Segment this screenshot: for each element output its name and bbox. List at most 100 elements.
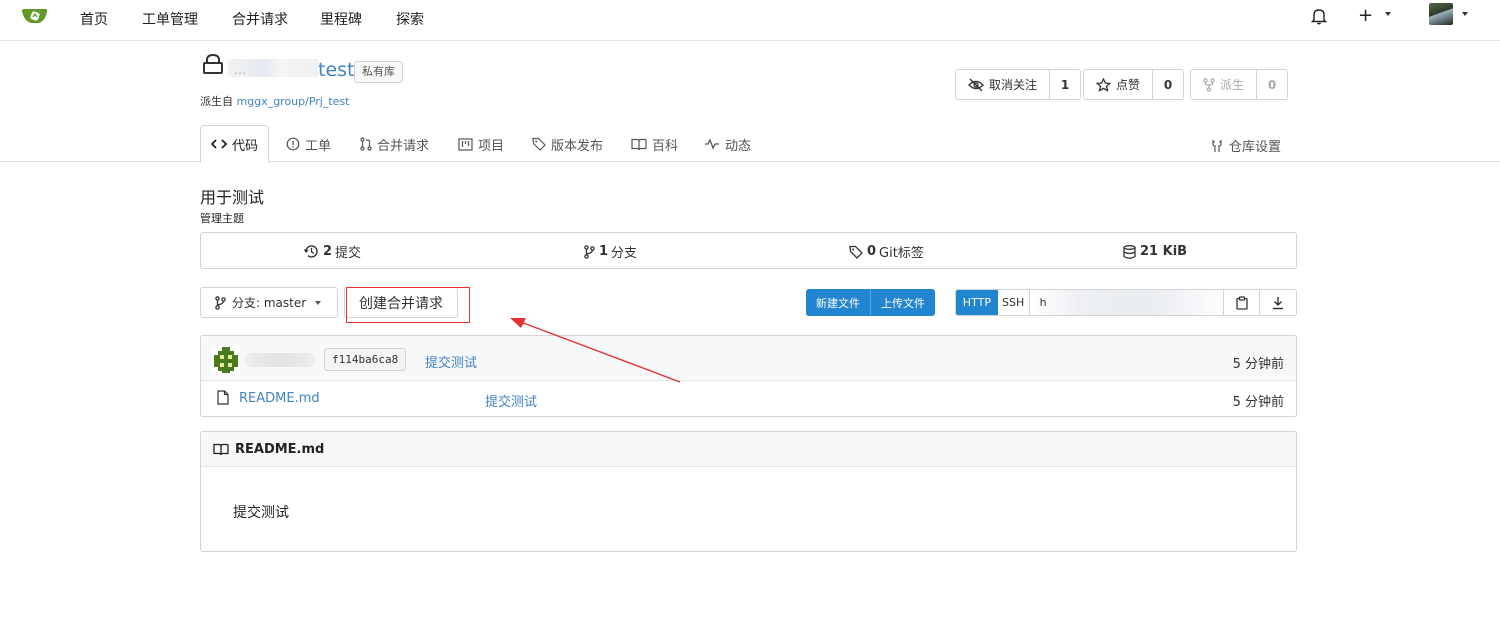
clippy-icon <box>1236 295 1248 310</box>
nav-milestones[interactable]: 里程碑 <box>320 9 362 29</box>
private-badge: 私有库 <box>354 61 403 83</box>
fork-label: 派生 <box>1220 78 1245 92</box>
star-button[interactable]: 点赞 <box>1084 70 1154 99</box>
chevron-down-icon[interactable] <box>1462 12 1468 16</box>
eye-slash-icon <box>968 78 984 91</box>
file-icon <box>217 390 229 405</box>
create-menu-plus[interactable]: + <box>1358 5 1373 26</box>
tab-wiki[interactable]: 百科 <box>631 125 678 163</box>
tab-releases[interactable]: 版本发布 <box>532 125 603 163</box>
tab-code-label: 代码 <box>232 138 259 154</box>
repo-stats-bar: 2 提交 1 分支 0 Git标签 21 KiB <box>200 232 1297 269</box>
clone-http-button[interactable]: HTTP <box>956 290 998 315</box>
tab-activity-label: 动态 <box>725 138 752 154</box>
unwatch-button[interactable]: 取消关注 <box>956 70 1051 99</box>
git-branch-icon <box>584 244 595 259</box>
commit-message-link[interactable]: 提交测试 <box>425 352 477 371</box>
tags-stat[interactable]: 0 Git标签 <box>849 233 924 270</box>
tab-issues-label: 工单 <box>305 138 332 154</box>
branch-dropdown[interactable]: 分支: master <box>200 287 338 318</box>
download-button[interactable] <box>1260 290 1296 315</box>
readme-title: README.md <box>235 441 325 457</box>
tab-projects[interactable]: 项目 <box>458 125 504 163</box>
clone-url-group: HTTP SSH h <box>955 289 1297 316</box>
repo-size: 21 KiB <box>1140 244 1188 259</box>
file-commit-time: 5 分钟前 <box>1232 395 1284 410</box>
book-icon <box>213 443 229 455</box>
readme-header: README.md <box>201 432 1296 467</box>
book-icon <box>631 138 647 150</box>
branches-label: 分支 <box>611 246 638 261</box>
tab-code[interactable]: 代码 <box>200 125 270 163</box>
fork-button[interactable]: 派生 <box>1191 70 1258 99</box>
commit-sha-button[interactable]: f114ba6ca8 <box>324 348 407 371</box>
readme-content: 提交测试 <box>233 505 289 521</box>
tab-projects-label: 项目 <box>478 138 505 154</box>
file-commit-message-link[interactable]: 提交测试 <box>485 391 537 410</box>
tab-settings[interactable]: 仓库设置 <box>1210 136 1281 155</box>
branches-stat[interactable]: 1 分支 <box>584 233 637 270</box>
tab-activity[interactable]: 动态 <box>704 125 751 163</box>
forked-from-link[interactable]: mggx_group/Prj_test <box>237 95 350 108</box>
commits-label: 提交 <box>335 246 362 261</box>
star-count[interactable]: 0 <box>1153 70 1183 99</box>
chevron-down-icon[interactable] <box>1385 12 1391 16</box>
tab-settings-label: 仓库设置 <box>1229 140 1282 155</box>
lock-icon <box>203 53 223 74</box>
branches-count: 1 <box>599 244 609 259</box>
commit-time: 5 分钟前 <box>1232 357 1284 372</box>
issue-opened-icon <box>286 137 300 151</box>
branch-label: 分支: master <box>232 296 307 310</box>
tab-issues[interactable]: 工单 <box>286 125 331 163</box>
repo-description: 用于测试 <box>200 188 265 207</box>
size-stat: 21 KiB <box>1123 233 1190 270</box>
tag-icon <box>849 245 863 259</box>
file-name-link[interactable]: README.md <box>239 391 320 406</box>
clone-url-input[interactable]: h <box>1029 290 1225 315</box>
file-actions: 新建文件 上传文件 <box>806 289 935 316</box>
unwatch-label: 取消关注 <box>989 78 1038 92</box>
file-table: f114ba6ca8 提交测试 5 分钟前 README.md 提交测试 5 分… <box>200 335 1297 417</box>
upload-file-button[interactable]: 上传文件 <box>870 289 935 316</box>
bell-icon[interactable] <box>1311 7 1327 25</box>
readme-panel: README.md 提交测试 <box>200 431 1297 552</box>
forked-from-prefix: 派生自 <box>200 95 233 108</box>
fork-count[interactable]: 0 <box>1257 70 1287 99</box>
tab-wiki-label: 百科 <box>652 138 679 154</box>
gitea-logo-icon[interactable] <box>21 6 49 28</box>
user-avatar[interactable] <box>1429 3 1453 25</box>
nav-home[interactable]: 首页 <box>80 9 108 29</box>
tags-count: 0 <box>867 244 877 259</box>
nav-issues[interactable]: 工单管理 <box>142 9 198 29</box>
download-icon <box>1273 296 1284 309</box>
star-button-group[interactable]: 点赞 0 <box>1083 69 1185 100</box>
committer-avatar[interactable] <box>212 346 240 374</box>
history-icon <box>304 245 318 258</box>
new-file-button[interactable]: 新建文件 <box>806 289 870 316</box>
clone-ssh-button[interactable]: SSH <box>998 290 1030 315</box>
nav-explore[interactable]: 探索 <box>396 9 424 29</box>
nav-pulls[interactable]: 合并请求 <box>232 9 288 29</box>
tab-releases-label: 版本发布 <box>551 138 604 154</box>
fork-button-group[interactable]: 派生 0 <box>1190 69 1289 100</box>
pulse-icon <box>705 138 719 150</box>
tab-pulls-label: 合并请求 <box>377 138 430 154</box>
project-icon <box>458 137 473 151</box>
repo-header: … test 私有库 派生自 mggx_group/Prj_test 取消关注 … <box>0 41 1500 163</box>
file-row: README.md 提交测试 5 分钟前 <box>201 381 1296 417</box>
watch-count[interactable]: 1 <box>1050 70 1080 99</box>
forked-from: 派生自 mggx_group/Prj_test <box>200 93 350 109</box>
star-label: 点赞 <box>1116 78 1141 92</box>
repo-forked-icon <box>1203 77 1215 92</box>
manage-topics-link[interactable]: 管理主题 <box>200 210 244 226</box>
redacted-dots: … <box>234 63 246 77</box>
tab-pulls[interactable]: 合并请求 <box>360 125 429 163</box>
unwatch-button-group[interactable]: 取消关注 1 <box>955 69 1082 100</box>
latest-commit-row: f114ba6ca8 提交测试 5 分钟前 <box>201 336 1296 381</box>
repo-name-link[interactable]: test <box>318 59 355 81</box>
commits-stat[interactable]: 2 提交 <box>304 233 361 270</box>
create-merge-request-button[interactable]: 创建合并请求 <box>344 287 458 318</box>
tags-label: Git标签 <box>879 246 924 261</box>
copy-url-button[interactable] <box>1224 290 1261 315</box>
top-navbar: 首页 工单管理 合并请求 里程碑 探索 + <box>0 0 1500 41</box>
